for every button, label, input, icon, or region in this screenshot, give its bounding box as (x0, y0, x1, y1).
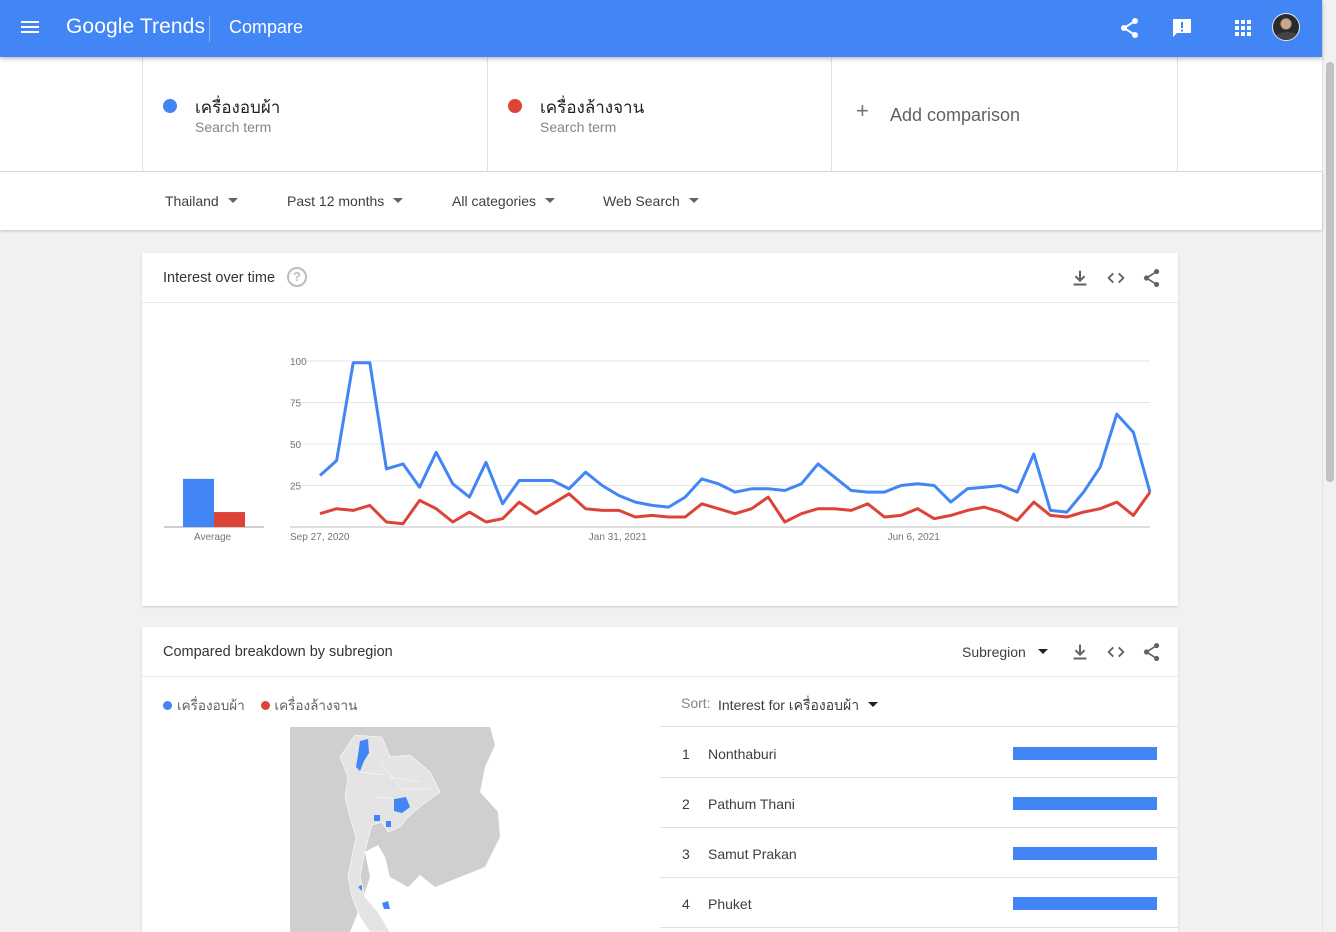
subregion-breakdown-card: Compared breakdown by subregion Subregio… (142, 627, 1178, 932)
y-tick-label: 100 (290, 357, 307, 368)
x-tick-label: Jun 6, 2021 (888, 532, 941, 543)
feedback-icon[interactable] (1170, 16, 1194, 40)
row-interest-bar (1013, 847, 1157, 860)
compare-terms-bar: เครื่องอบผ้า Search term เครื่องล้างจาน … (0, 57, 1322, 172)
interest-chart-area: 25 50 75 100 Sep 27, 2020 Jan 31, 2021 Jun 6, … (142, 304, 1178, 604)
legend-dot (260, 701, 270, 710)
add-comparison-label: Add comparison (890, 105, 1021, 125)
chevron-down-icon (1037, 649, 1048, 654)
app-bar: Google Trends Compare (0, 0, 1322, 57)
y-tick-label: 25 (290, 482, 302, 493)
legend-dot (163, 701, 172, 710)
help-icon[interactable]: ? (287, 267, 307, 287)
download-icon[interactable] (1069, 267, 1091, 289)
interest-over-time-card: Interest over time ? 25 50 75 100 Sep 27, 20… (142, 253, 1178, 606)
interest-line-chart[interactable]: 25 50 75 100 Sep 27, 2020 Jan 31, 2021 Jun 6, … (142, 304, 1178, 604)
term-1-color-dot (163, 99, 177, 113)
legend-item-term-2: เครื่องล้างจาน (260, 698, 358, 713)
row-interest-bar (1013, 797, 1157, 810)
page-title: Compare (229, 17, 304, 37)
table-row[interactable]: 4 Phuket (660, 878, 1178, 928)
page-scrollbar[interactable] (1322, 0, 1336, 932)
term-1-name[interactable]: เครื่องอบผ้า (195, 94, 280, 121)
region-filter-label: Thailand (165, 193, 219, 209)
table-row[interactable]: 1 Nonthaburi (660, 728, 1178, 778)
x-tick-label: Jan 31, 2021 (589, 532, 647, 543)
table-row[interactable]: 3 Samut Prakan (660, 828, 1178, 878)
term-2-type: Search term (540, 119, 617, 135)
average-bar (183, 478, 214, 527)
search-type-filter-label: Web Search (603, 193, 680, 209)
embed-code-icon[interactable] (1105, 267, 1127, 289)
average-label: Average (194, 532, 232, 543)
chevron-down-icon (227, 198, 238, 203)
breakdown-card-header: Compared breakdown by subregion Subregio… (142, 627, 1178, 677)
map-legend: เครื่องอบผ้า เครื่องล้างจาน (163, 694, 369, 716)
subregion-level-label: Subregion (962, 644, 1026, 660)
chevron-down-icon (545, 198, 556, 203)
term-2-name[interactable]: เครื่องล้างจาน (540, 94, 644, 121)
row-interest-bar (1013, 897, 1157, 910)
time-filter[interactable]: Past 12 months (287, 193, 404, 209)
row-rank: 2 (682, 796, 690, 812)
subregion-level-select[interactable]: Subregion (962, 644, 1048, 660)
share-icon[interactable] (1118, 16, 1142, 40)
share-icon[interactable] (1141, 641, 1163, 663)
legend-item-term-1: เครื่องอบผ้า (163, 698, 245, 713)
average-bar (214, 512, 245, 527)
term-2-color-dot (508, 99, 522, 113)
map-region-highlight (386, 821, 391, 827)
account-avatar[interactable] (1272, 13, 1300, 41)
share-icon[interactable] (1141, 267, 1163, 289)
google-trends-logo[interactable]: Google Trends (66, 15, 205, 39)
table-row[interactable]: 2 Pathum Thani (660, 778, 1178, 828)
y-tick-label: 75 (290, 399, 302, 410)
search-term-2[interactable]: เครื่องล้างจาน Search term (487, 57, 832, 172)
search-type-filter[interactable]: Web Search (603, 193, 699, 209)
time-filter-label: Past 12 months (287, 193, 385, 209)
legend-term-1-label: เครื่องอบผ้า (177, 698, 245, 713)
plus-icon: + (856, 98, 869, 123)
apps-grid-icon[interactable] (1231, 16, 1255, 40)
row-rank: 1 (682, 746, 690, 762)
category-filter[interactable]: All categories (452, 193, 556, 209)
row-region: Samut Prakan (708, 846, 797, 862)
sort-value[interactable]: Interest for เครื่องอบผ้า (718, 695, 859, 717)
embed-code-icon[interactable] (1105, 641, 1127, 663)
sort-label: Sort: (681, 695, 711, 711)
chevron-down-icon (393, 198, 404, 203)
download-icon[interactable] (1069, 641, 1091, 663)
sort-bar[interactable]: Sort: Interest for เครื่องอบผ้า (660, 677, 1178, 727)
row-interest-bar (1013, 747, 1157, 760)
filters-bar: Thailand Past 12 months All categories W… (0, 172, 1322, 230)
map-region-highlight (374, 815, 380, 821)
row-region: Phuket (708, 896, 752, 912)
subregion-map[interactable] (290, 727, 520, 932)
series-line (318, 361, 1152, 514)
legend-term-2-label: เครื่องล้างจาน (274, 698, 358, 713)
menu-icon[interactable] (19, 18, 41, 40)
row-rank: 4 (682, 896, 690, 912)
term-1-type: Search term (195, 119, 272, 135)
x-tick-label: Sep 27, 2020 (290, 532, 350, 543)
row-rank: 3 (682, 846, 690, 862)
search-term-1[interactable]: เครื่องอบผ้า Search term (142, 57, 487, 172)
breakdown-card-title: Compared breakdown by subregion (163, 644, 393, 660)
add-comparison-button[interactable]: + Add comparison (831, 57, 1178, 172)
chevron-down-icon[interactable] (868, 702, 878, 707)
interest-card-header: Interest over time ? (142, 253, 1178, 303)
interest-card-title: Interest over time (163, 270, 276, 286)
series-line (319, 491, 1152, 526)
row-region: Nonthaburi (708, 746, 777, 762)
region-filter[interactable]: Thailand (165, 193, 238, 209)
chevron-down-icon (688, 198, 699, 203)
y-tick-label: 50 (290, 440, 302, 451)
row-region: Pathum Thani (708, 796, 795, 812)
category-filter-label: All categories (452, 193, 537, 209)
header-divider (209, 16, 210, 42)
scrollbar-thumb[interactable] (1326, 62, 1334, 482)
